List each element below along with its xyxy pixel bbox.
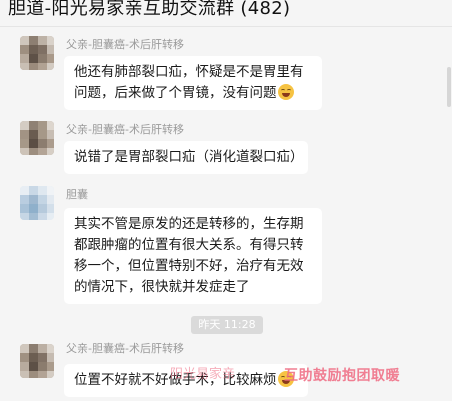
message-line: 的情况下，很快就并发症走了	[74, 279, 250, 295]
message-item: 胆囊 其实不管是原发的还是转移的，生存期 都跟肿瘤的位置有很大关系。有得只转 移…	[0, 186, 452, 304]
message-line: 他还有肺部裂口疝，怀疑是不是胃里有	[74, 64, 304, 80]
avatar[interactable]	[20, 186, 54, 220]
message-line: 问题，后来做了个胃镜，没有问题	[74, 85, 277, 101]
message-item: 父亲-胆囊癌-术后肝转移 说错了是胃部裂口疝（消化道裂口疝）	[0, 121, 452, 181]
avatar[interactable]	[20, 344, 54, 378]
chat-title-bar: 胆道-阳光易家亲互助交流群 (482)	[0, 0, 452, 24]
title-divider	[0, 26, 452, 27]
message-line: 都跟肿瘤的位置有很大关系。有得只转	[74, 237, 304, 253]
sender-name: 胆囊	[66, 188, 88, 201]
sender-name: 父亲-胆囊癌-术后肝转移	[66, 38, 184, 51]
sender-name: 父亲-胆囊癌-术后肝转移	[66, 123, 184, 136]
message-line: 说错了是胃部裂口疝（消化道裂口疝）	[74, 149, 304, 165]
timestamp-divider: 昨天 11:28	[191, 316, 263, 334]
avatar[interactable]	[20, 36, 54, 70]
chat-title: 胆道-阳光易家亲互助交流群 (482)	[8, 0, 291, 19]
watermark-faint: 阳光易家亲	[170, 367, 236, 382]
sender-name: 父亲-胆囊癌-术后肝转移	[66, 342, 184, 355]
avatar[interactable]	[20, 121, 54, 155]
watermark: 互助鼓励抱团取暖	[284, 368, 400, 384]
message-line: 其实不管是原发的还是转移的，生存期	[74, 216, 304, 232]
message-bubble[interactable]: 说错了是胃部裂口疝（消化道裂口疝）	[64, 141, 308, 174]
message-bubble[interactable]: 其实不管是原发的还是转移的，生存期 都跟肿瘤的位置有很大关系。有得只转 移一个，…	[64, 208, 322, 304]
laughing-emoji-icon	[277, 84, 294, 100]
message-line: 移一个，但位置特别不好，治疗有无效	[74, 258, 304, 274]
message-bubble[interactable]: 他还有肺部裂口疝，怀疑是不是胃里有 问题，后来做了个胃镜，没有问题	[64, 56, 322, 110]
message-item: 父亲-胆囊癌-术后肝转移 他还有肺部裂口疝，怀疑是不是胃里有 问题，后来做了个胃…	[0, 36, 452, 116]
